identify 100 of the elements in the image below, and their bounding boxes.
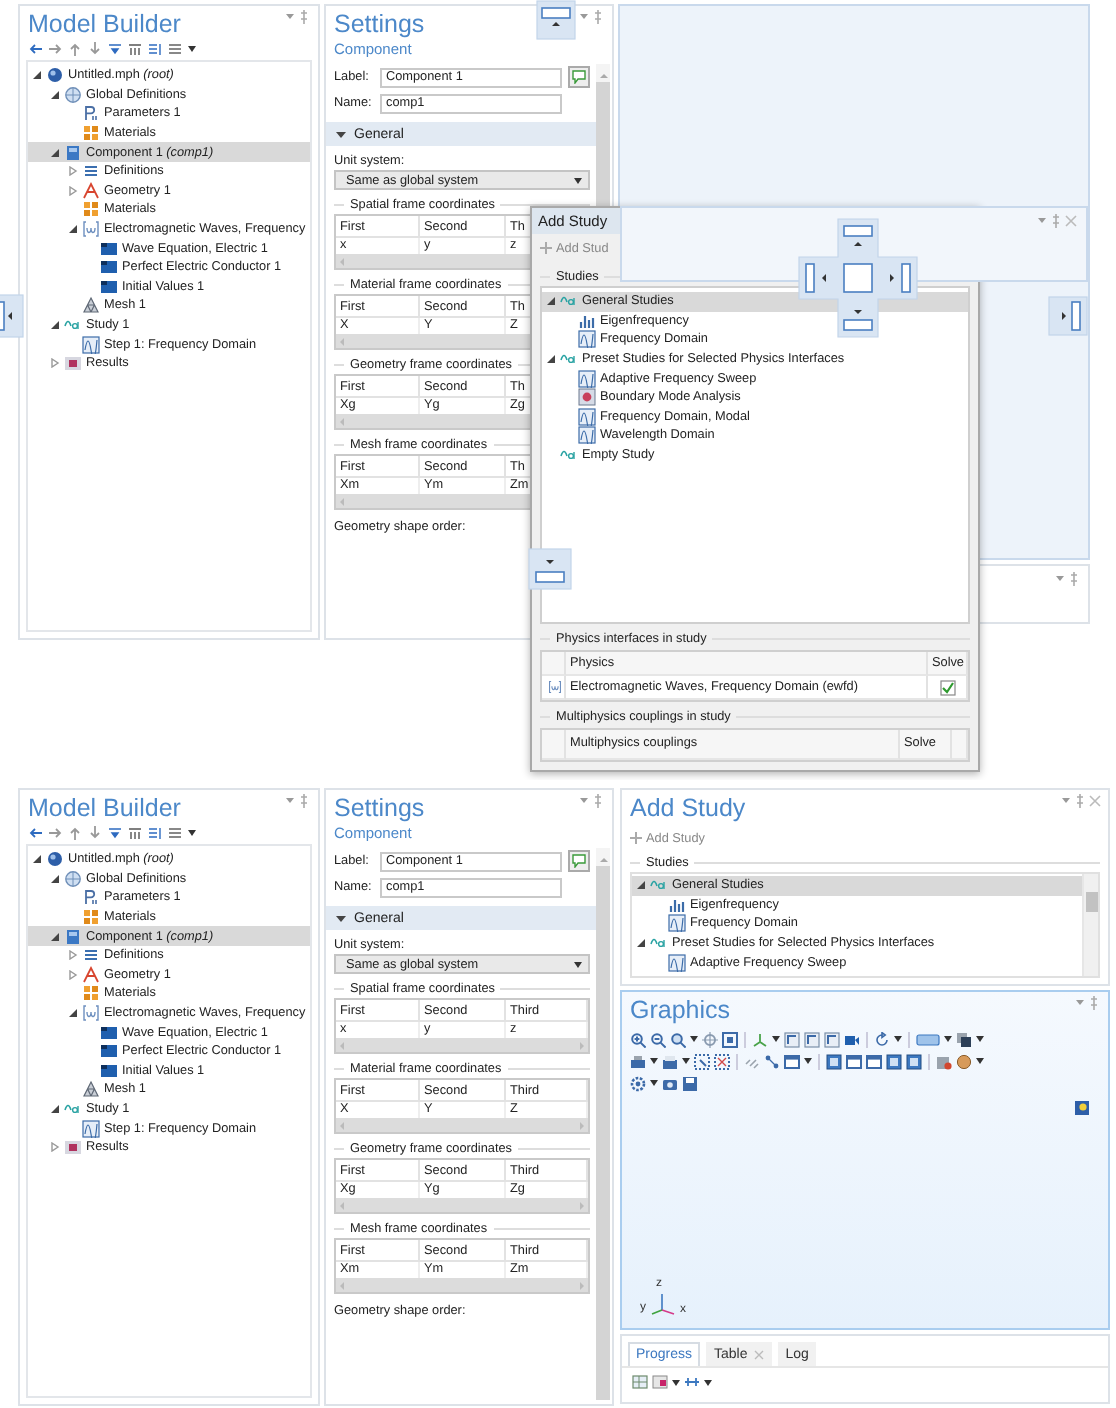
expand-toggle-icon[interactable] [68,1008,78,1019]
expand-toggle-icon[interactable] [546,296,556,307]
rotate-icon[interactable] [874,1031,890,1047]
dock-bottom-icon[interactable] [528,548,572,590]
caret-icon[interactable] [804,1058,812,1064]
dock-right-icon[interactable] [1048,296,1088,336]
expand-toggle-icon[interactable] [68,224,78,235]
grid-icon[interactable] [168,826,182,840]
down-arrow-icon[interactable] [88,42,102,56]
expand-toggle-icon[interactable] [50,147,60,158]
caret-icon[interactable] [944,1036,952,1042]
magnifier-minus-icon[interactable] [650,1031,666,1047]
horizontal-scrollbar[interactable] [336,1118,588,1132]
panel-menu-icon[interactable] [1056,572,1082,586]
expand-toggle-icon[interactable] [32,854,42,865]
vertical-scrollbar[interactable] [1082,874,1098,976]
caret-icon[interactable] [976,1058,984,1064]
scene-icon[interactable] [1074,1100,1090,1116]
view-panel-icon[interactable] [826,1053,842,1069]
tray-icon[interactable] [662,1053,678,1069]
expand-toggle-icon[interactable] [50,358,60,369]
expand-toggle-icon[interactable] [50,931,60,942]
expand-toggle-icon[interactable] [50,1104,60,1115]
section-toggle-icon[interactable] [336,913,346,923]
dock-compass-icon[interactable] [798,218,918,338]
dock-top-icon[interactable] [536,0,576,40]
caret-icon[interactable] [188,46,196,52]
checkbox[interactable] [939,679,955,695]
expand-toggle-icon[interactable] [68,969,78,980]
back-arrow-icon[interactable] [28,42,42,56]
panel-menu-icon[interactable] [1038,214,1078,228]
sort-icon[interactable] [148,42,162,56]
caret-icon[interactable] [682,1058,690,1064]
expand-toggle-icon[interactable] [50,873,60,884]
expand-toggle-icon[interactable] [50,1142,60,1153]
camera-icon[interactable] [844,1031,860,1047]
note-button[interactable] [568,66,590,88]
caret-icon[interactable] [690,1036,698,1042]
printer-icon[interactable] [630,1053,646,1069]
horizontal-scrollbar[interactable] [336,1198,588,1212]
expand-icon[interactable] [128,826,142,840]
collapse-icon[interactable] [108,42,122,56]
expand-toggle-icon[interactable] [636,938,646,949]
horizontal-scrollbar[interactable] [336,1038,588,1052]
panel-menu-icon[interactable] [1076,996,1102,1010]
panel-menu-icon[interactable] [286,10,312,24]
sort-icon[interactable] [148,826,162,840]
layers-icon[interactable] [956,1031,972,1047]
panel-menu-icon[interactable] [1062,794,1102,808]
caret-icon[interactable] [976,1036,984,1042]
node-graph-icon[interactable] [764,1053,780,1069]
caret-icon[interactable] [894,1036,902,1042]
expand-toggle-icon[interactable] [68,166,78,177]
expand-toggle-icon[interactable] [50,320,60,331]
expand-icon[interactable] [128,42,142,56]
vertical-scrollbar[interactable] [596,848,610,1400]
expand-toggle-icon[interactable] [68,185,78,196]
frame-icon[interactable] [722,1031,738,1047]
horizontal-scrollbar[interactable] [336,1278,588,1292]
camera-icon[interactable] [662,1075,678,1091]
back-arrow-icon[interactable] [28,826,42,840]
down-arrow-icon[interactable] [88,826,102,840]
window-icon[interactable] [784,1053,800,1069]
collapse-icon[interactable] [108,826,122,840]
expand-toggle-icon[interactable] [546,354,556,365]
caret-icon[interactable] [188,830,196,836]
panel-menu-icon[interactable] [580,10,606,24]
forward-arrow-icon[interactable] [48,826,62,840]
up-arrow-icon[interactable] [68,42,82,56]
grid-icon[interactable] [168,42,182,56]
window-icon[interactable] [866,1053,882,1069]
selection-cross-icon[interactable] [714,1053,730,1069]
split-arrows-icon[interactable] [684,1374,700,1390]
view-plane-icon[interactable] [784,1031,800,1047]
section-toggle-icon[interactable] [336,129,346,139]
caret-icon[interactable] [650,1058,658,1064]
sphere-icon[interactable] [956,1053,972,1069]
window-icon[interactable] [846,1053,862,1069]
panel-menu-icon[interactable] [286,794,312,808]
dock-left-icon[interactable] [0,294,24,338]
selection-box-icon[interactable] [694,1053,710,1069]
expand-toggle-icon[interactable] [32,70,42,81]
expand-toggle-icon[interactable] [68,950,78,961]
expand-toggle-icon[interactable] [636,880,646,891]
save-icon[interactable] [682,1075,698,1091]
note-button[interactable] [568,850,590,872]
forward-arrow-icon[interactable] [48,42,62,56]
caret-icon[interactable] [772,1036,780,1042]
table-icon[interactable] [632,1374,648,1390]
caret-icon[interactable] [704,1379,712,1385]
up-arrow-icon[interactable] [68,826,82,840]
view-plane-icon[interactable] [824,1031,840,1047]
caret-icon[interactable] [650,1080,658,1086]
settings-icon[interactable] [630,1075,646,1091]
magnifier-icon[interactable] [670,1031,686,1047]
view-plane-icon[interactable] [804,1031,820,1047]
panel-menu-icon[interactable] [580,794,606,808]
expand-toggle-icon[interactable] [50,89,60,100]
caret-icon[interactable] [672,1379,680,1385]
magnifier-plus-icon[interactable] [630,1031,646,1047]
